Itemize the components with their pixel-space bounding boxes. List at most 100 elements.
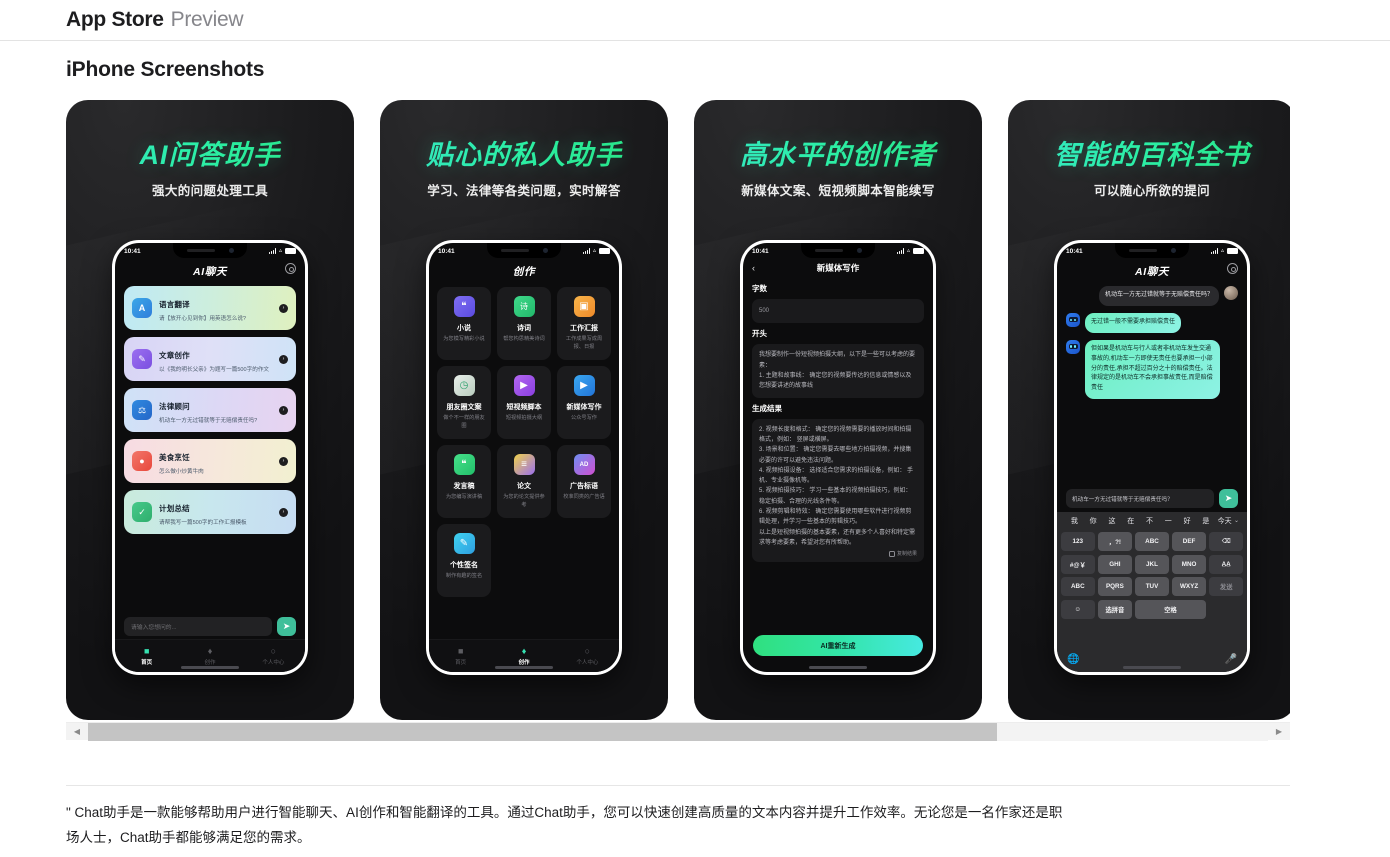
- keyboard[interactable]: 我 你 这 在 不 一 好 是 今天 ⌄ 123 ，?! ABC DEF ⌫ #…: [1057, 512, 1247, 672]
- send-icon[interactable]: ➤: [277, 617, 296, 636]
- grid-item[interactable]: ▶ 短视频脚本 短视频拍摄大纲: [497, 366, 551, 439]
- battery-icon: [913, 248, 924, 254]
- send-icon[interactable]: ➤: [1219, 489, 1238, 508]
- search-input[interactable]: 请输入您想问的...: [124, 617, 272, 636]
- regenerate-button[interactable]: AI重新生成: [753, 635, 923, 656]
- screenshot-4[interactable]: 智能的百科全书 可以随心所欲的提问 10:41 ▵ AI聊天 机动车一方无过错就…: [1008, 100, 1290, 720]
- key-123[interactable]: 123: [1061, 532, 1095, 551]
- copy-result-button[interactable]: 复制结果: [888, 550, 917, 559]
- grid-item[interactable]: ✎ 个性签名 制作有趣的签名: [437, 524, 491, 597]
- message-bubble: 无过错一般不需要承担赔偿责任: [1085, 312, 1182, 333]
- word-count-field[interactable]: 500: [752, 299, 924, 324]
- grid-item[interactable]: ▣ 工作汇报 工作成果写成周报、日报: [557, 287, 611, 360]
- prediction-item[interactable]: 不: [1140, 516, 1159, 526]
- prediction-item[interactable]: 在: [1121, 516, 1140, 526]
- prediction-item[interactable]: 今天: [1215, 516, 1234, 526]
- list-item[interactable]: ● 美食烹饪 怎么做小炒黄牛肉 ›: [124, 439, 296, 483]
- pencil-icon: ✎: [132, 349, 152, 369]
- tab-profile[interactable]: ○ 个人中心: [242, 646, 305, 666]
- send-key[interactable]: 发送: [1209, 577, 1243, 596]
- screenshot-1[interactable]: AI问答助手 强大的问题处理工具 10:41 ▵ AI聊天 A 语言翻译 请【放…: [66, 100, 354, 720]
- tab-create[interactable]: ♦ 创作: [178, 646, 241, 666]
- result-text: 2. 视频长度和格式： 确定您的视频需要的播放时间和拍摄格式，例如： 竖屏或横屏…: [759, 426, 916, 546]
- mic-icon[interactable]: 🎤: [1225, 654, 1237, 665]
- thesis-icon: ≡: [513, 454, 535, 475]
- chat-message-user: 机动车一方无过错就等于无赔偿责任吗？: [1066, 286, 1238, 306]
- key-pqrs[interactable]: PQRS: [1098, 577, 1132, 596]
- scrollbar-track[interactable]: [88, 722, 1268, 741]
- bot-avatar-icon: [1066, 312, 1080, 327]
- grid-item[interactable]: ◷ 朋友圈文案 做个不一样的朋友圈: [437, 366, 491, 439]
- key-tuv[interactable]: TUV: [1135, 577, 1169, 596]
- list-item[interactable]: ⚖ 法律顾问 机动车一方无过错就等于无赔偿责任吗? ›: [124, 388, 296, 432]
- tab-create[interactable]: ♦ 创作: [492, 646, 555, 666]
- grid-item[interactable]: ❝ 小说 为您模写精彩小说: [437, 287, 491, 360]
- backspace-icon[interactable]: ⌫: [1209, 532, 1243, 551]
- signal-icon: [582, 248, 590, 254]
- key-abc-mode[interactable]: ABC: [1061, 577, 1095, 596]
- prediction-bar[interactable]: 我 你 这 在 不 一 好 是 今天 ⌄: [1057, 512, 1247, 529]
- home-indicator: [1123, 666, 1181, 669]
- wifi-icon: ▵: [906, 248, 910, 254]
- tab-home[interactable]: ■ 首页: [429, 646, 492, 666]
- key-mno[interactable]: MNO: [1172, 554, 1206, 574]
- key-punct[interactable]: ，?!: [1098, 532, 1132, 551]
- prediction-item[interactable]: 好: [1178, 516, 1197, 526]
- key-jkl[interactable]: JKL: [1135, 554, 1169, 574]
- key-space[interactable]: 空格: [1135, 599, 1206, 619]
- prediction-item[interactable]: 你: [1084, 516, 1103, 526]
- chevron-right-icon[interactable]: ›: [279, 303, 288, 313]
- list-item[interactable]: ✓ 计划总结 请帮我写一篇500字的工作汇报模板 ›: [124, 490, 296, 534]
- scroll-left-arrow[interactable]: ◀: [66, 727, 88, 736]
- grid-item[interactable]: AD 广告标语 校准同类的广告语: [557, 445, 611, 518]
- grid-item[interactable]: ❝ 发言稿 为您编写演讲稿: [437, 445, 491, 518]
- prediction-item[interactable]: 这: [1103, 516, 1122, 526]
- card-desc: 以《我的明长父亲》为题写一篇500字的作文: [159, 367, 270, 374]
- card-desc: 请【放开心见到你】用英语怎么说?: [159, 316, 247, 323]
- screenshot-carousel[interactable]: AI问答助手 强大的问题处理工具 10:41 ▵ AI聊天 A 语言翻译 请【放…: [66, 100, 1290, 720]
- emoji-icon[interactable]: ☺: [1061, 599, 1095, 619]
- key-pinyin[interactable]: 选拼音: [1098, 599, 1132, 619]
- list-item[interactable]: ✎ 文章创作 以《我的明长父亲》为题写一篇500字的作文 ›: [124, 337, 296, 381]
- prediction-item[interactable]: 是: [1196, 516, 1215, 526]
- key-ghi[interactable]: GHI: [1098, 554, 1132, 574]
- message-input[interactable]: 机动车一方无过错就等于无赔偿责任吗？: [1066, 489, 1214, 508]
- list-item[interactable]: A 语言翻译 请【放开心见到你】用英语怎么说? ›: [124, 286, 296, 330]
- grid-item[interactable]: ▶ 新媒体写作 公众号写作: [557, 366, 611, 439]
- horizontal-scrollbar[interactable]: ◀ ▶: [66, 722, 1290, 741]
- tab-home[interactable]: ■ 首页: [115, 646, 178, 666]
- grid-title: 工作汇报: [570, 325, 598, 332]
- screenshot-2[interactable]: 贴心的私人助手 学习、法律等各类问题，实时解答 10:41 ▵ 创作 ❝ 小说 …: [380, 100, 668, 720]
- screenshot-3[interactable]: 高水平的创作者 新媒体文案、短视频脚本智能续写 10:41 ▵ ‹ 新媒体写作 …: [694, 100, 982, 720]
- chevron-right-icon[interactable]: ›: [279, 456, 288, 466]
- app-store-brand: App Store: [66, 8, 164, 31]
- prediction-item[interactable]: 一: [1159, 516, 1178, 526]
- chevron-right-icon[interactable]: ›: [279, 354, 288, 364]
- app-description: " Chat助手是一款能够帮助用户进行智能聊天、AI创作和智能翻译的工具。通过C…: [66, 805, 1063, 845]
- chevron-down-icon[interactable]: ⌄: [1234, 517, 1239, 524]
- key-shift-case[interactable]: A̲A̲: [1209, 554, 1243, 574]
- gear-icon[interactable]: [285, 263, 296, 274]
- prediction-item[interactable]: 我: [1065, 516, 1084, 526]
- chevron-right-icon[interactable]: ›: [279, 405, 288, 415]
- opening-field[interactable]: 我想要制作一份短视频拍摄大纲，以下是一些可以考虑的要素： 1. 主题和故事线： …: [752, 344, 924, 398]
- tab-profile[interactable]: ○ 个人中心: [556, 646, 619, 666]
- scroll-right-arrow[interactable]: ▶: [1268, 727, 1290, 736]
- chevron-right-icon[interactable]: ›: [279, 507, 288, 517]
- globe-icon[interactable]: 🌐: [1067, 654, 1079, 665]
- gear-icon[interactable]: [1227, 263, 1238, 274]
- grid-item[interactable]: ≡ 论文 为您的论文提供参考: [497, 445, 551, 518]
- chat-input-bar[interactable]: 机动车一方无过错就等于无赔偿责任吗？ ➤: [1066, 489, 1238, 508]
- report-icon: ▣: [573, 296, 595, 317]
- grid-item[interactable]: 诗诗词 帮您构思精美诗词: [497, 287, 551, 360]
- wifi-icon: ▵: [1220, 248, 1224, 254]
- key-def[interactable]: DEF: [1172, 532, 1206, 551]
- chat-input-bar[interactable]: 请输入您想问的... ➤: [124, 617, 296, 636]
- status-time: 10:41: [1066, 247, 1083, 255]
- scrollbar-thumb[interactable]: [88, 722, 997, 741]
- field-label: 字数: [752, 284, 767, 293]
- key-symbols[interactable]: #@￥: [1061, 554, 1095, 574]
- key-grid[interactable]: 123 ，?! ABC DEF ⌫ #@￥ GHI JKL MNO A̲A̲ A…: [1057, 529, 1247, 619]
- key-wxyz[interactable]: WXYZ: [1172, 577, 1206, 596]
- key-abc[interactable]: ABC: [1135, 532, 1169, 551]
